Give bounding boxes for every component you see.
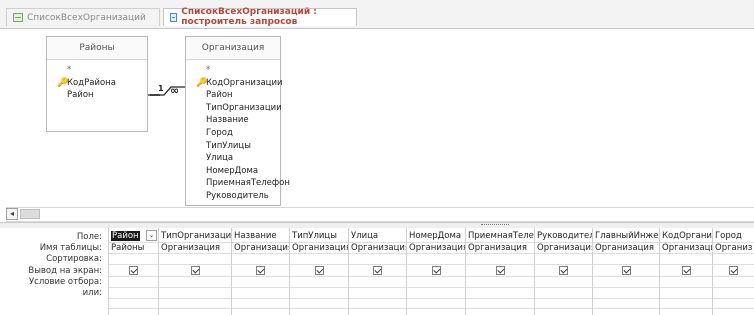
scroll-thumb[interactable]: [20, 209, 40, 219]
field-cell[interactable]: Название: [232, 231, 289, 241]
field-cell[interactable]: ТипОрганизации: [159, 231, 231, 241]
field-name: КодОрганиза: [662, 231, 712, 241]
row-label-table: Имя таблицы:: [39, 243, 102, 253]
one-side-label: 1: [158, 84, 164, 93]
splitter-grip[interactable]: [481, 224, 509, 227]
show-checkbox[interactable]: [129, 266, 138, 275]
table-cell[interactable]: Организация: [660, 243, 712, 253]
table-cell[interactable]: Организация: [593, 243, 659, 253]
show-checkbox[interactable]: [496, 266, 505, 275]
show-checkbox[interactable]: [622, 266, 631, 275]
table-cell[interactable]: Организация: [407, 243, 465, 253]
field-cell[interactable]: ПриемнаяТелефо: [466, 231, 534, 241]
tab-label: СписокВсехОрганизаций: [27, 12, 146, 23]
scroll-left-button[interactable]: ◂: [6, 208, 18, 220]
grid-column[interactable]: ТипОрганизации Организация: [158, 228, 231, 315]
table-cell[interactable]: Организ: [713, 243, 754, 253]
field-name: Район: [111, 231, 140, 241]
field-name: НомерДома: [409, 231, 462, 241]
tab-table-view[interactable]: СписокВсехОрганизаций: [6, 8, 160, 26]
field-cell[interactable]: ГлавныйИнжен: [593, 231, 659, 241]
row-label-field: Поле:: [76, 232, 102, 242]
grid-column[interactable]: НомерДома Организация: [406, 228, 465, 315]
tab-query-builder[interactable]: СписокВсехОрганизаций : построитель запр…: [163, 7, 357, 27]
field-cell[interactable]: НомерДома: [407, 231, 465, 241]
document-tab-bar: СписокВсехОрганизаций СписокВсехОрганиза…: [0, 0, 754, 29]
relationship-line[interactable]: 1 ∞: [0, 29, 754, 203]
field-cell[interactable]: ТипУлицы: [290, 231, 348, 241]
table-cell[interactable]: Организация: [232, 243, 289, 253]
show-checkbox[interactable]: [315, 266, 324, 275]
show-checkbox[interactable]: [191, 266, 200, 275]
field-name: Руководитель: [537, 231, 592, 241]
row-label-sort: Сортировка:: [46, 254, 102, 264]
table-cell[interactable]: Организация: [349, 243, 406, 253]
chevron-down-icon[interactable]: ⌄: [146, 230, 157, 241]
field-name: Название: [234, 231, 277, 241]
row-label-show: Вывод на экран:: [28, 266, 102, 276]
grid-column[interactable]: Город Организ: [712, 228, 754, 315]
query-design-surface[interactable]: Районы * 🔑 КодРайона Район Организация *…: [0, 29, 754, 206]
table-cell[interactable]: Районы: [109, 243, 158, 253]
grid-column[interactable]: ТипУлицы Организация: [289, 228, 348, 315]
show-checkbox[interactable]: [432, 266, 441, 275]
table-cell[interactable]: Организация: [466, 243, 534, 253]
table-cell[interactable]: Организация: [535, 243, 592, 253]
field-cell[interactable]: КодОрганиза: [660, 231, 712, 241]
grid-column[interactable]: Улица Организация: [348, 228, 406, 315]
grid-column[interactable]: КодОрганиза Организация: [659, 228, 712, 315]
field-cell[interactable]: Город: [713, 231, 754, 241]
grid-column[interactable]: Название Организация: [231, 228, 289, 315]
field-cell[interactable]: Руководитель: [535, 231, 592, 241]
query-grid[interactable]: Поле: Имя таблицы: Сортировка: Вывод на …: [0, 228, 754, 315]
field-name: ПриемнаяТелефо: [468, 231, 534, 241]
design-horizontal-scrollbar[interactable]: ◂: [6, 207, 754, 222]
show-checkbox[interactable]: [559, 266, 568, 275]
show-checkbox[interactable]: [729, 266, 738, 275]
grid-column[interactable]: Район ⌄ Районы: [108, 228, 158, 315]
table-cell[interactable]: Организация: [290, 243, 348, 253]
table-cell[interactable]: Организация: [159, 243, 231, 253]
field-cell[interactable]: Улица: [349, 231, 406, 241]
grid-column[interactable]: ГлавныйИнжен Организация: [592, 228, 659, 315]
show-checkbox[interactable]: [373, 266, 382, 275]
field-name: ТипОрганизации: [161, 231, 231, 241]
field-name: ГлавныйИнжен: [595, 231, 659, 241]
many-side-label: ∞: [170, 84, 179, 97]
field-name: Город: [715, 231, 742, 241]
row-label-or: или:: [82, 288, 102, 298]
show-checkbox[interactable]: [256, 266, 265, 275]
tab-label: СписокВсехОрганизаций : построитель запр…: [181, 7, 317, 27]
grid-column[interactable]: ПриемнаяТелефо Организация: [465, 228, 534, 315]
query-icon: [170, 12, 178, 22]
field-name: Улица: [351, 231, 379, 241]
row-label-criteria: Условие отбора:: [28, 277, 102, 287]
show-checkbox[interactable]: [682, 266, 691, 275]
field-name: ТипУлицы: [292, 231, 337, 241]
table-icon: [13, 13, 23, 22]
grid-column[interactable]: Руководитель Организация: [534, 228, 592, 315]
